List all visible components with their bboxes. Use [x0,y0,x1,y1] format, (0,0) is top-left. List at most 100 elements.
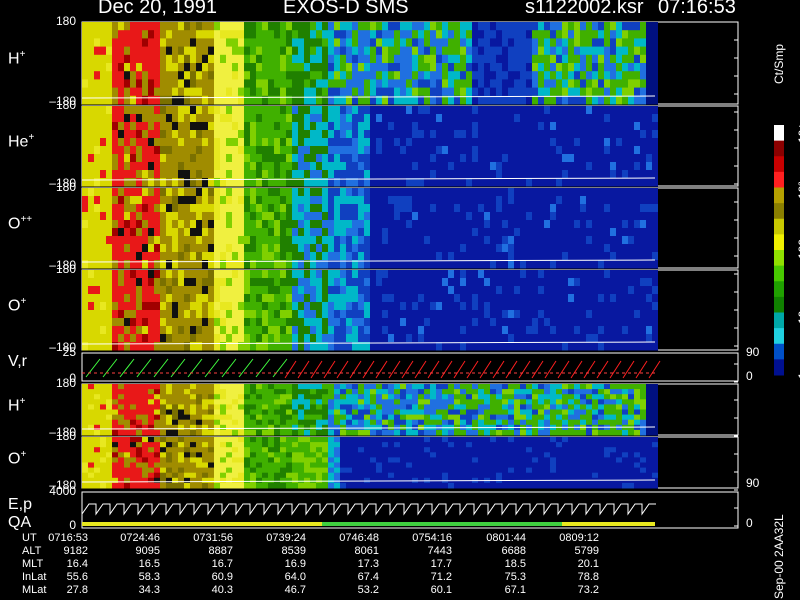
spectrogram-cell [280,122,286,131]
spectrogram-cell [370,146,376,155]
spectrogram-cell [598,87,604,97]
spectrogram-cell [526,170,532,179]
spectrogram-cell [436,429,442,436]
spectrogram-cell [94,467,100,474]
spectrogram-cell [310,228,316,237]
spectrogram-cell [148,106,154,115]
spectrogram-cell [586,87,592,97]
spectrogram-cell [82,244,88,253]
spectrogram-cell [520,79,526,89]
spectrogram-cell [382,212,388,221]
spectrogram-cell [286,394,292,400]
spectrogram-cell [388,38,394,48]
spectrogram-cell [202,204,208,213]
spectrogram-cell [568,122,574,131]
spectrogram-cell [154,429,160,436]
spectrogram-cell [130,409,136,416]
spectrogram-cell [166,54,172,64]
spectrogram-cell [166,106,172,115]
spectrogram-cell [142,462,148,469]
spectrogram-cell [208,236,214,245]
spectrogram-cell [430,154,436,163]
spectrogram-cell [262,188,268,197]
spectrogram-cell [544,429,550,436]
spectrogram-cell [586,79,592,89]
spectrogram-cell [562,30,568,39]
spectrogram-cell [388,204,394,213]
spectrogram-cell [652,302,658,311]
spectrogram-cell [346,286,352,295]
spectrogram-cell [148,462,154,469]
spectrogram-cell [562,404,568,410]
spectrogram-cell [106,63,112,72]
spectrogram-cell [382,228,388,237]
spectrogram-cell [232,138,238,147]
spectrogram-cell [616,138,622,147]
spectrogram-cell [586,106,592,115]
spectrogram-cell [634,326,640,335]
spectrogram-cell [538,244,544,253]
spectrogram-cell [124,472,130,479]
spectrogram-cell [106,138,112,147]
spectrogram-cell [88,130,94,139]
spectrogram-cell [268,188,274,197]
spectrogram-cell [304,162,310,171]
spectrogram-cell [250,310,256,319]
spectrogram-cell [544,154,550,163]
spectrogram-cell [322,87,328,97]
spectrogram-cell [172,154,178,163]
spectrogram-cell [490,310,496,319]
spectrogram-cell [304,419,310,426]
spectrogram-cell [124,54,130,64]
spectrogram-cell [250,394,256,400]
spectrogram-cell [616,260,622,269]
spectrogram-cell [490,154,496,163]
spectrogram-cell [298,228,304,237]
spectrogram-cell [160,38,166,48]
spectrogram-cell [142,482,148,489]
spectrogram-cell [508,326,514,335]
spectrogram-cell [286,87,292,97]
spectrogram-cell [112,38,118,48]
spectrogram-cell [256,46,262,56]
spectrogram-cell [598,130,604,139]
spectrogram-cell [442,87,448,97]
spectrogram-cell [226,87,232,97]
spectrogram-cell [340,244,346,253]
spectrogram-cell [616,334,622,343]
spectrogram-cell [136,54,142,64]
spectrogram-cell [508,178,514,187]
spectrogram-cell [136,154,142,163]
spectrogram-cell [610,334,616,343]
spectrogram-cell [130,442,136,448]
spectrogram-cell [436,114,442,123]
spectrogram-cell [262,154,268,163]
spectrogram-cell [214,154,220,163]
spectrogram-cell [400,188,406,197]
spectrogram-cell [334,429,340,436]
spectrogram-cell [352,318,358,327]
spectrogram-cell [322,424,328,431]
spectrogram-cell [304,114,310,123]
spectrogram-cell [586,404,592,410]
spectrogram-cell [610,414,616,421]
spectrogram-cell [190,188,196,197]
spectrogram-cell [244,38,250,48]
spectrogram-cell [406,252,412,261]
spectrogram-cell [604,30,610,39]
spectrogram-cell [412,310,418,319]
spectrogram-cell [298,71,304,80]
spectrogram-cell [496,178,502,187]
spectrogram-cell [430,46,436,56]
spectrogram-cell [598,260,604,269]
spectrogram-cell [604,252,610,261]
spectrogram-cell [388,326,394,335]
spectrogram-cell [544,252,550,261]
spectrogram-cell [634,106,640,115]
spectrogram-cell [652,220,658,229]
spectrogram-cell [370,318,376,327]
spectrogram-cell [256,236,262,245]
spectrogram-cell [178,477,184,484]
spectrogram-cell [106,409,112,416]
spectrogram-cell [430,204,436,213]
